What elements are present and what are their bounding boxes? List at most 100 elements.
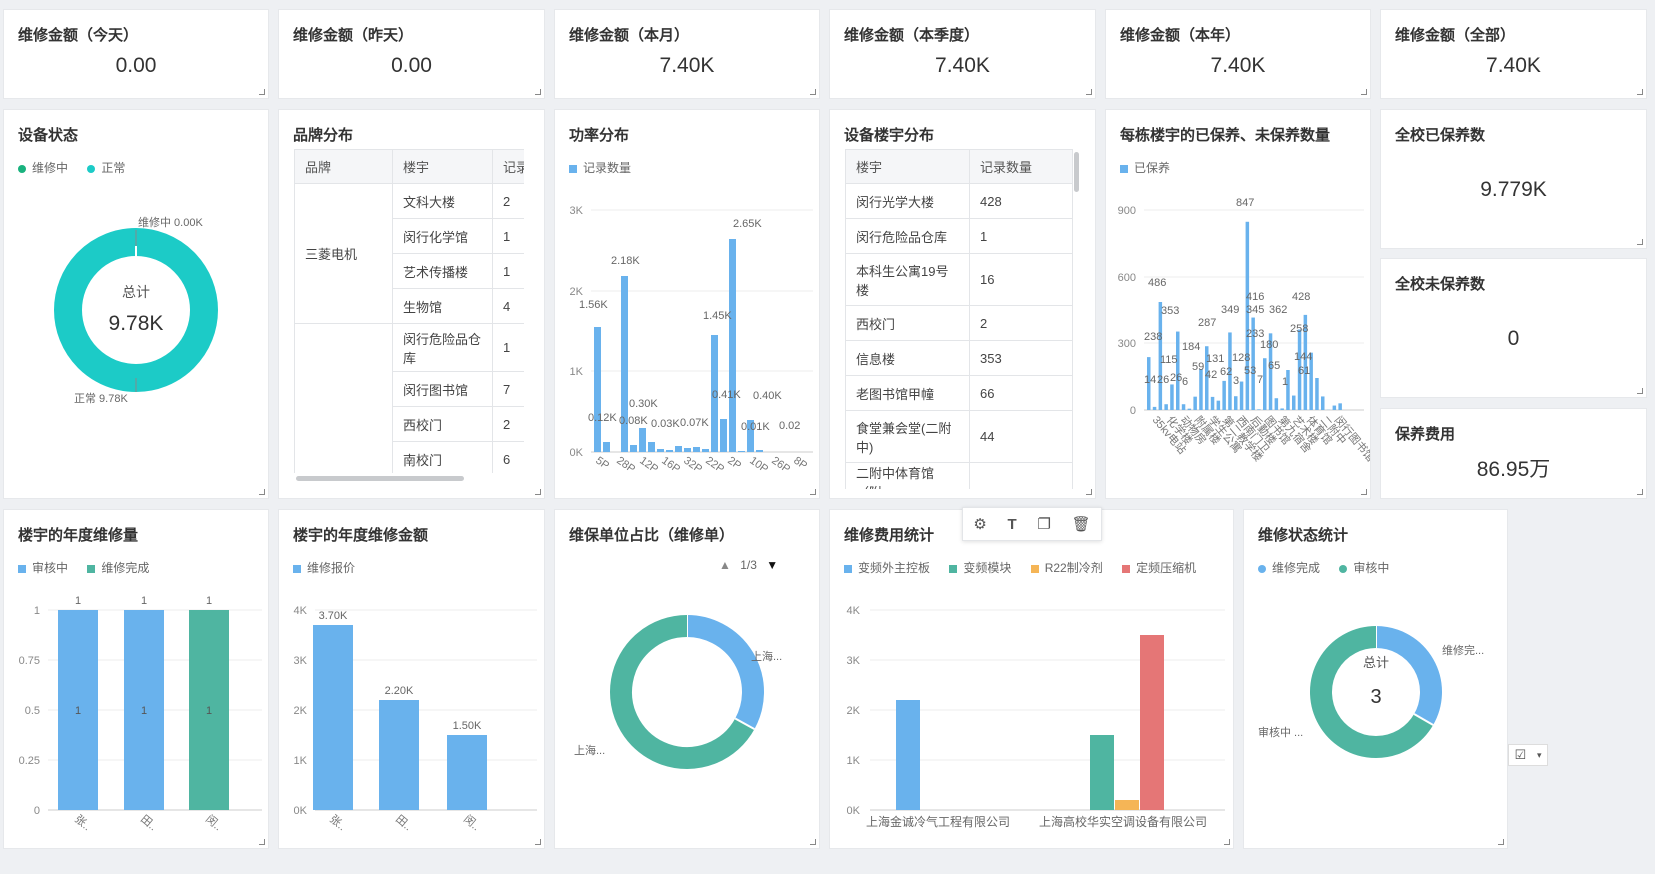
maintenance-unit-share-card[interactable]: 维保单位占比（维修单） ▲ 1/3 ▼ 上海... 上海... (554, 509, 820, 849)
dropdown-icon[interactable]: ▾ (1537, 750, 1542, 761)
building-distribution-card[interactable]: 设备楼宇分布 楼宇 记录数量 闵行光学大楼 428 闵行危险品仓库 1 本科生公寓19… (829, 109, 1096, 499)
bar (1315, 378, 1319, 410)
data-label: 0.41K (712, 389, 741, 401)
kpi-card-yesterday[interactable]: 维修金额（昨天） 0.00 (278, 9, 545, 99)
bar (720, 419, 727, 452)
data-label: 847 (1236, 197, 1254, 209)
resize-handle[interactable] (259, 489, 265, 495)
resize-handle[interactable] (1086, 89, 1092, 95)
donut-segment (1375, 626, 1442, 725)
count-cell: 7 (492, 371, 524, 407)
bar (729, 239, 736, 452)
data-label: 53 (1244, 365, 1256, 377)
kpi-value: 0 (1507, 327, 1520, 350)
maintenance-fee-card[interactable]: 保养费用 86.95万 (1380, 408, 1647, 499)
resize-handle[interactable] (1361, 489, 1367, 495)
power-distribution-card[interactable]: 功率分布 记录数量 3K 2K 1K 0K 1.56K 0.12K 2.18K … (554, 109, 820, 499)
count-cell: 16 (969, 253, 1073, 306)
data-label: 61 (1298, 365, 1310, 377)
resize-handle[interactable] (259, 839, 265, 845)
total-maintained-card[interactable]: 全校已保养数 9.779K (1380, 109, 1647, 249)
col-header-building[interactable]: 楼宇 (845, 149, 970, 184)
device-status-card[interactable]: 设备状态 维修中 正常 维修中 0.00K 正常 9.78K 总计 9.78K (3, 109, 269, 499)
col-header-count[interactable]: 记录 (492, 149, 524, 184)
resize-handle[interactable] (535, 839, 541, 845)
repair-fee-card[interactable]: 维修费用统计 变频外主控板 变频模块 R22制冷剂 定频压缩机 4K 3K 2K… (829, 509, 1234, 849)
yearly-repair-amount-card[interactable]: 楼宇的年度维修金额 维修报价 4K 3K 2K 1K 0K 3.70K 2.20K… (278, 509, 545, 849)
yearly-repair-count-card[interactable]: 楼宇的年度维修量 审核中 维修完成 1 0.75 0.5 0.25 0 1111… (3, 509, 269, 849)
kpi-value: 7.40K (659, 54, 715, 77)
repair-fee-chart: 4K 3K 2K 1K 0K 上海金诚冷气工程有限公司 上海高校华实空调设备有限… (847, 605, 1225, 829)
vertical-scrollbar[interactable] (1074, 152, 1079, 192)
resize-handle[interactable] (1637, 239, 1643, 245)
kpi-value: 7.40K (1210, 54, 1266, 77)
data-label: 42 (1205, 369, 1217, 381)
x-tick: 田.. (393, 813, 414, 833)
y-tick: 0K (294, 805, 308, 817)
repair-status-card[interactable]: 维修状态统计 维修完成 审核中 维修完... 审核中 ... 总计 3 (1243, 509, 1508, 849)
col-header-brand[interactable]: 品牌 (294, 149, 393, 184)
resize-handle[interactable] (1637, 89, 1643, 95)
brand-distribution-card[interactable]: 品牌分布 品牌 楼宇 记录 三菱电机文科大楼2 闵行化学馆1 艺术传播楼1 生物… (278, 109, 545, 499)
kpi-card-all[interactable]: 维修金额（全部） 7.40K (1380, 9, 1647, 99)
copy-icon[interactable]: ❐ (1037, 515, 1050, 533)
resize-handle[interactable] (1498, 839, 1504, 845)
col-header-count[interactable]: 记录数量 (969, 149, 1073, 184)
data-label: 0.03K (651, 418, 680, 430)
building-table-scroll[interactable]: 楼宇 记录数量 闵行光学大楼 428 闵行危险品仓库 1 本科生公寓19号楼 16 西校… (845, 149, 1087, 489)
resize-handle[interactable] (1361, 89, 1367, 95)
kpi-card-quarter[interactable]: 维修金额（本季度） 7.40K (829, 9, 1096, 99)
total-unmaintained-card[interactable]: 全校未保养数 0 (1380, 258, 1647, 398)
data-label: 1 (75, 595, 81, 607)
data-label: 1 (206, 595, 212, 607)
resize-handle[interactable] (1086, 489, 1092, 495)
kpi-card-year[interactable]: 维修金额（本年） 7.40K (1105, 9, 1371, 99)
kpi-value: 7.40K (1486, 54, 1541, 77)
data-label: 0.08K (619, 415, 648, 427)
x-tick: 28P (614, 455, 637, 476)
data-label: 65 (1268, 360, 1280, 372)
brand-table-scroll[interactable]: 品牌 楼宇 记录 三菱电机文科大楼2 闵行化学馆1 艺术传播楼1 生物馆4 闵行… (294, 149, 524, 473)
horizontal-scrollbar[interactable] (296, 476, 464, 481)
x-tick: 12P (637, 455, 660, 476)
unit-share-donut: 上海... 上海... (574, 615, 782, 769)
building-cell: 闵行化学馆 (392, 218, 493, 254)
resize-handle[interactable] (1637, 489, 1643, 495)
maintenance-per-building-card[interactable]: 每栋楼宇的已保养、未保养数量 已保养 900 600 300 0 847 486… (1105, 109, 1371, 499)
data-label: 115 (1160, 354, 1178, 366)
kpi-card-today[interactable]: 维修金额（今天） 0.00 (3, 9, 269, 99)
resize-handle[interactable] (810, 839, 816, 845)
resize-handle[interactable] (810, 89, 816, 95)
bar (603, 442, 610, 452)
resize-handle[interactable] (535, 489, 541, 495)
bar (657, 449, 664, 452)
power-bar-chart: 3K 2K 1K 0K 1.56K 0.12K 2.18K 0.08K 0.30… (570, 205, 813, 476)
card-title: 设备状态 (18, 127, 79, 144)
resize-handle[interactable] (1637, 388, 1643, 394)
x-tick: 10P (747, 455, 770, 476)
resize-handle[interactable] (1224, 839, 1230, 845)
kpi-title: 维修金额（本年） (1120, 27, 1241, 44)
card-title: 品牌分布 (293, 127, 354, 144)
gear-icon[interactable]: ⚙ (973, 515, 986, 533)
bar (1090, 735, 1114, 810)
resize-handle[interactable] (259, 89, 265, 95)
building-cell: 闵行光学大楼 (845, 183, 970, 219)
checkbox-dropdown-widget[interactable]: ☑ ▾ (1508, 744, 1548, 766)
bar (313, 625, 353, 810)
data-label: 1 (1282, 376, 1288, 388)
text-icon[interactable]: T (1008, 516, 1017, 533)
donut-segment (686, 615, 764, 730)
y-tick: 0K (570, 447, 584, 459)
slice-label-b: 上海... (574, 743, 605, 757)
delete-icon[interactable]: 🗑 (1072, 515, 1091, 533)
resize-handle[interactable] (535, 89, 541, 95)
label-repair: 维修中 0.00K (138, 215, 203, 229)
bar (1338, 403, 1342, 410)
bar (1115, 800, 1139, 810)
col-header-building[interactable]: 楼宇 (392, 149, 493, 184)
x-tick: 闵.. (461, 812, 483, 834)
resize-handle[interactable] (810, 489, 816, 495)
kpi-card-month[interactable]: 维修金额（本月） 7.40K (554, 9, 820, 99)
checkbox-icon[interactable]: ☑ (1514, 747, 1526, 763)
